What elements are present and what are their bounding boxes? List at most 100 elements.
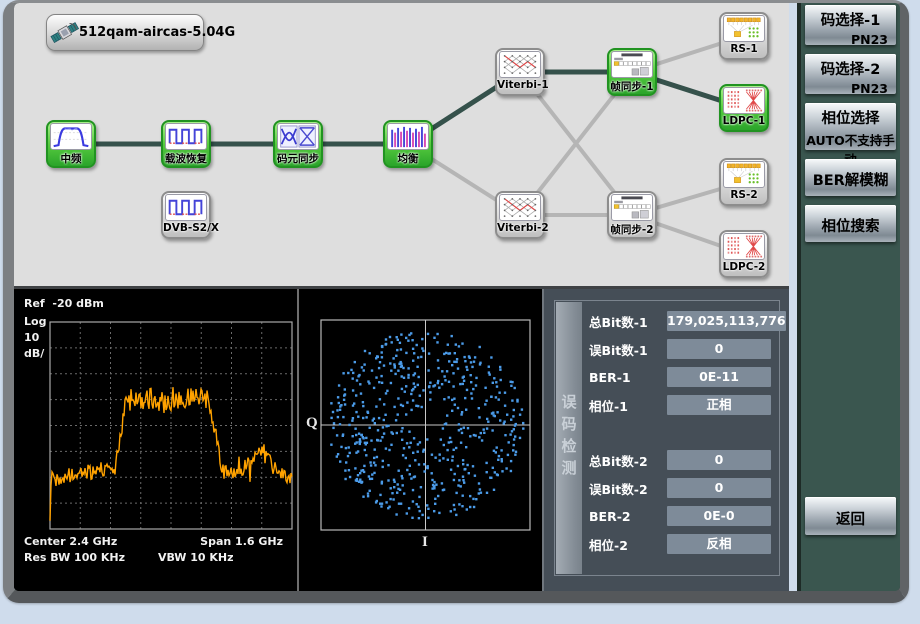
- sidebar-button-label: 码选择-1: [805, 5, 896, 30]
- ber-row: 总Bit数-1179,025,113,776: [589, 311, 771, 331]
- eye-diagram-icon: [277, 123, 319, 150]
- ber-value: 0E-11: [667, 367, 771, 387]
- flow-block-fsync2[interactable]: 帧同步-2: [607, 191, 657, 239]
- ber-value: 0: [667, 450, 771, 470]
- sidebar-button-code-select-2[interactable]: 码选择-2 PN23: [805, 54, 896, 94]
- panel-gap: [789, 3, 797, 591]
- ber-group-gap: [589, 423, 771, 450]
- spectrum-scale-log: Log: [24, 315, 46, 328]
- flow-block-rs1[interactable]: RS-1: [719, 12, 769, 60]
- flow-block-dvb[interactable]: DVB-S2/X: [161, 191, 211, 239]
- frame-sync-icon: [611, 51, 653, 78]
- flow-block-ldpc2[interactable]: LDPC-2: [719, 230, 769, 278]
- ber-value: 正相: [667, 395, 771, 415]
- app-window: 512qam-aircas-5.04G 中频载波恢复 码元同步均衡 DVB-S2/X…: [3, 0, 909, 603]
- frame-sync-icon: [611, 194, 653, 221]
- flow-block-label: RS-1: [721, 43, 767, 55]
- preset-button[interactable]: 512qam-aircas-5.04G: [46, 14, 204, 51]
- ber-value: 0: [667, 478, 771, 498]
- constellation-plot: [299, 289, 542, 587]
- ldpc-graph-icon: [723, 87, 765, 114]
- flow-block-viterbi1[interactable]: Viterbi-1: [495, 48, 545, 96]
- flow-block-label: Viterbi-1: [497, 79, 543, 91]
- flow-block-symsync[interactable]: 码元同步: [273, 120, 323, 168]
- sidebar-button-code-select-1[interactable]: 码选择-1 PN23: [805, 5, 896, 45]
- flow-block-if[interactable]: 中频: [46, 120, 96, 168]
- desktop: { "preset": { "label": "512qam-aircas-5.…: [0, 0, 920, 624]
- spectrum-scale-10: 10: [24, 331, 39, 344]
- window-inner: 512qam-aircas-5.04G 中频载波恢复 码元同步均衡 DVB-S2/X…: [14, 3, 900, 591]
- back-button-label: 返回: [805, 497, 896, 529]
- ber-label: 相位-1: [589, 396, 667, 415]
- spectrum-rbw-label: Res BW 100 KHz: [24, 551, 125, 564]
- ber-title-strip: 误码检测: [556, 302, 582, 574]
- rs-code-icon: [723, 161, 765, 188]
- ber-title: 误码检测: [559, 394, 580, 482]
- sidebar-tail: [804, 544, 897, 591]
- flow-block-label: 均衡: [385, 151, 431, 166]
- flow-block-label: 帧同步-1: [609, 79, 655, 94]
- ber-row: 相位-1正相: [589, 395, 771, 415]
- ber-label: 总Bit数-1: [589, 312, 667, 331]
- ber-label: 相位-2: [589, 535, 667, 554]
- flow-block-label: 帧同步-2: [609, 222, 655, 237]
- flow-block-viterbi2[interactable]: Viterbi-2: [495, 191, 545, 239]
- flow-block-rs2[interactable]: RS-2: [719, 158, 769, 206]
- ber-groupbox: 误码检测 总Bit数-1179,025,113,776误Bit数-10BER-1…: [554, 300, 780, 576]
- ldpc-graph-icon: [723, 233, 765, 260]
- ber-row: BER-10E-11: [589, 367, 771, 387]
- ber-row: 总Bit数-20: [589, 450, 771, 470]
- ber-label: 总Bit数-2: [589, 451, 667, 470]
- sidebar-button-phase-select[interactable]: 相位选择AUTO不支持手动: [805, 103, 896, 150]
- sidebar-spacer: [804, 251, 897, 497]
- q-axis-label: Q: [306, 415, 318, 432]
- sidebar-menu: 码选择-1 PN23 码选择-2 PN23 相位选择AUTO不支持手动 BER解模糊相位搜…: [797, 3, 900, 591]
- flow-block-ldpc1[interactable]: LDPC-1: [719, 84, 769, 132]
- bottom-panels: Ref -20 dBm Log 10 dB/ Center 2.4 GHz Sp…: [14, 289, 789, 591]
- ber-row: 误Bit数-20: [589, 478, 771, 498]
- squarewave-icon: [165, 123, 207, 150]
- squarewave-icon: [165, 194, 207, 221]
- ber-value: 179,025,113,776: [667, 311, 786, 331]
- sidebar-button-label: 码选择-2: [805, 54, 896, 79]
- spectrum-center-label: Center 2.4 GHz: [24, 535, 117, 548]
- flow-block-label: LDPC-2: [721, 261, 767, 273]
- spectrum-scale-db: dB/: [24, 347, 44, 360]
- satellite-icon: [50, 18, 80, 48]
- spectrum-ref-label: Ref -20 dBm: [24, 297, 104, 310]
- ber-row: 误Bit数-10: [589, 339, 771, 359]
- sidebar-button-value: PN23: [805, 81, 896, 96]
- ber-label: BER-1: [589, 370, 667, 385]
- trellis-icon: [499, 194, 541, 221]
- rs-code-icon: [723, 15, 765, 42]
- flow-block-label: 载波恢复: [163, 151, 209, 166]
- spectrum-span-label: Span 1.6 GHz: [200, 535, 283, 548]
- i-axis-label: I: [422, 534, 428, 551]
- sidebar-button-value: PN23: [805, 32, 896, 47]
- bandpass-icon: [50, 123, 92, 150]
- flow-block-eq[interactable]: 均衡: [383, 120, 433, 168]
- flow-block-carrier[interactable]: 载波恢复: [161, 120, 211, 168]
- preset-label: 512qam-aircas-5.04G: [79, 25, 235, 40]
- signal-flow-diagram: 512qam-aircas-5.04G 中频载波恢复 码元同步均衡 DVB-S2/X…: [14, 3, 789, 289]
- main-content: 512qam-aircas-5.04G 中频载波恢复 码元同步均衡 DVB-S2/X…: [14, 3, 789, 591]
- flow-block-label: Viterbi-2: [497, 222, 543, 234]
- ber-value: 0: [667, 339, 771, 359]
- back-button[interactable]: 返回: [805, 497, 896, 535]
- flow-block-label: DVB-S2/X: [163, 222, 209, 234]
- flow-block-fsync1[interactable]: 帧同步-1: [607, 48, 657, 96]
- sidebar-button-label: 相位搜索: [805, 205, 896, 236]
- ber-value: 反相: [667, 534, 771, 554]
- ber-label: BER-2: [589, 509, 667, 524]
- ber-rows: 总Bit数-1179,025,113,776误Bit数-10BER-10E-11…: [589, 311, 771, 562]
- constellation-display: Q I: [299, 289, 542, 591]
- sidebar-button-label: 相位选择: [805, 103, 896, 128]
- ber-label: 误Bit数-1: [589, 340, 667, 359]
- flow-block-label: LDPC-1: [721, 115, 767, 127]
- ber-row: 相位-2反相: [589, 534, 771, 554]
- spectrum-vbw-label: VBW 10 KHz: [158, 551, 234, 564]
- sidebar-button-phase-search[interactable]: 相位搜索: [805, 205, 896, 242]
- ber-row: BER-20E-0: [589, 506, 771, 526]
- sidebar-button-ber-deambiguity[interactable]: BER解模糊: [805, 159, 896, 196]
- ber-value: 0E-0: [667, 506, 771, 526]
